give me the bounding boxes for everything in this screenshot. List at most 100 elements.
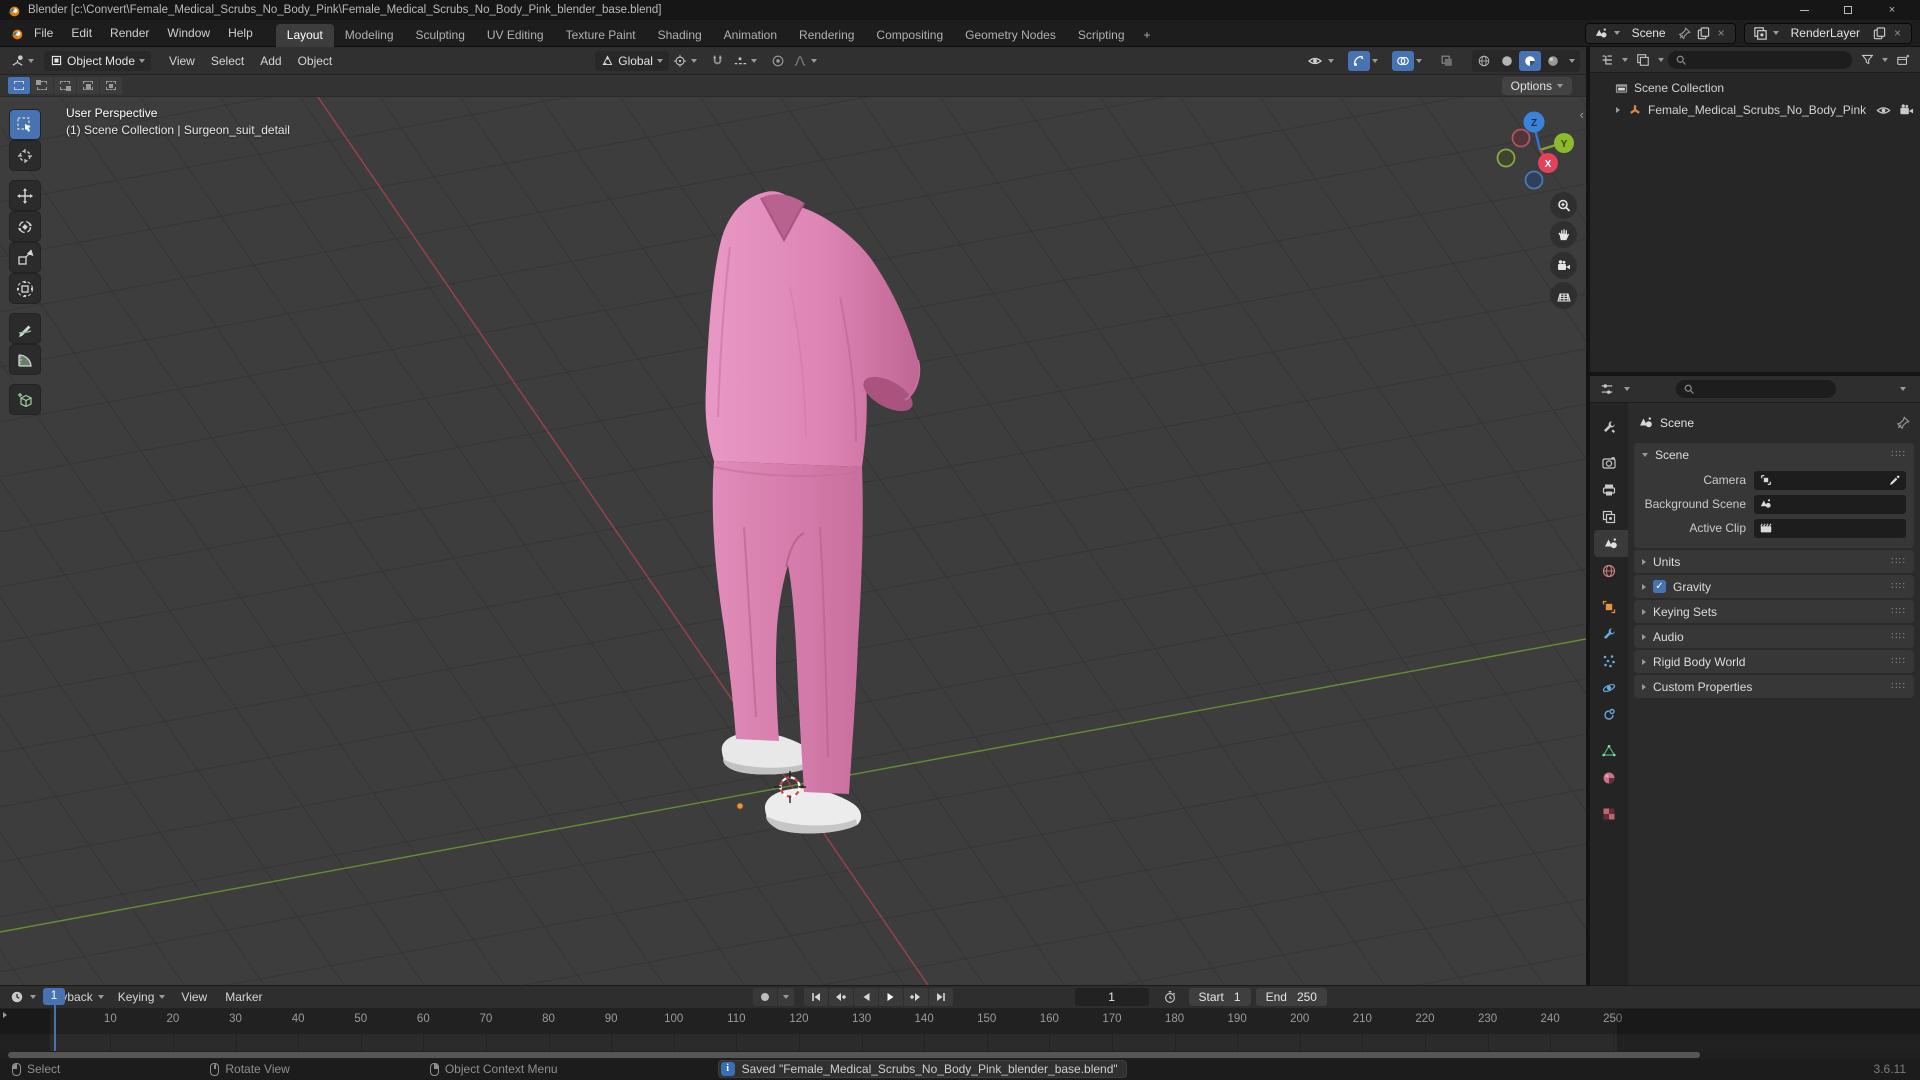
properties-options-button[interactable] <box>1892 379 1914 399</box>
gravity-panel[interactable]: ✓ Gravity ∷∷ <box>1634 575 1914 598</box>
properties-editor-type-button[interactable] <box>1596 379 1618 399</box>
prev-keyframe-button[interactable] <box>828 988 853 1006</box>
remove-view-layer-icon[interactable]: × <box>1892 26 1903 40</box>
outliner-editor-type-button[interactable] <box>1596 50 1618 70</box>
menu-select[interactable]: Select <box>203 54 252 68</box>
tab-scene[interactable] <box>1594 530 1628 557</box>
object-name[interactable]: Female_Medical_Scrubs_No_Body_Pink <box>1648 103 1866 117</box>
annotate-tool[interactable] <box>10 314 40 343</box>
current-frame-marker[interactable]: 1 <box>43 988 65 1005</box>
next-keyframe-button[interactable] <box>903 988 928 1006</box>
tab-tool[interactable] <box>1594 413 1624 440</box>
camera-field[interactable] <box>1754 470 1906 490</box>
tab-view-layer[interactable] <box>1594 503 1624 530</box>
rotate-tool[interactable] <box>10 212 40 241</box>
tab-compositing[interactable]: Compositing <box>865 24 954 47</box>
xray-toggle[interactable] <box>1436 51 1458 71</box>
show-gizmo-toggle[interactable] <box>1348 50 1370 71</box>
close-button[interactable]: × <box>1870 0 1914 20</box>
rigid-body-world-panel[interactable]: Rigid Body World ∷∷ <box>1634 650 1914 673</box>
keying-dropdown[interactable]: Keying <box>111 987 172 1007</box>
object-row[interactable]: Female_Medical_Scrubs_No_Body_Pink <box>1590 99 1920 121</box>
timeline-editor-type-button[interactable] <box>6 987 28 1007</box>
options-button[interactable]: Options <box>1501 76 1572 95</box>
shading-rendered-button[interactable] <box>1542 51 1564 71</box>
menu-window[interactable]: Window <box>158 20 219 46</box>
pivot-point-button[interactable] <box>669 51 691 71</box>
view-layer-name[interactable]: RenderLayer <box>1783 26 1868 40</box>
panel-drag-handle[interactable]: ∷∷ <box>1891 556 1906 567</box>
select-set-button[interactable] <box>8 77 30 94</box>
menu-view[interactable]: View <box>161 54 203 68</box>
outliner-search-input[interactable] <box>1668 50 1852 69</box>
timeline-expand-arrow[interactable] <box>3 1012 7 1018</box>
eyedropper-icon[interactable] <box>1888 474 1901 487</box>
panel-drag-handle[interactable]: ∷∷ <box>1891 656 1906 667</box>
panel-drag-handle[interactable]: ∷∷ <box>1891 631 1906 642</box>
gizmo-neg-x[interactable] <box>1511 128 1531 148</box>
use-preview-range-icon[interactable] <box>1159 987 1181 1007</box>
tab-physics[interactable] <box>1594 674 1624 701</box>
timeline-scrollbar[interactable] <box>0 1051 1920 1059</box>
current-frame-field[interactable]: 1 <box>1074 988 1149 1006</box>
panel-drag-handle[interactable]: ∷∷ <box>1891 681 1906 692</box>
tab-animation[interactable]: Animation <box>713 24 788 47</box>
new-view-layer-icon[interactable] <box>1872 26 1887 41</box>
tab-world[interactable] <box>1594 557 1624 584</box>
disable-render-camera-icon[interactable] <box>1899 103 1914 118</box>
tab-shading[interactable]: Shading <box>647 24 713 47</box>
new-collection-button[interactable] <box>1892 50 1914 70</box>
scene-name[interactable]: Scene <box>1624 26 1674 40</box>
outliner-display-mode-button[interactable] <box>1632 50 1654 70</box>
menu-edit[interactable]: Edit <box>62 20 101 46</box>
gizmo-neg-y[interactable] <box>1496 148 1516 168</box>
select-subtract-button[interactable] <box>54 77 76 94</box>
navigation-gizmo[interactable]: Z Y X <box>1476 97 1586 327</box>
select-box-tool[interactable] <box>10 110 40 139</box>
snap-target-button[interactable] <box>729 51 751 71</box>
collection-name[interactable]: Scene Collection <box>1634 81 1724 95</box>
menu-object[interactable]: Object <box>290 54 341 68</box>
view-layer-selector[interactable]: RenderLayer × <box>1743 22 1912 44</box>
shading-wireframe-button[interactable] <box>1473 51 1495 71</box>
auto-keying-options-button[interactable] <box>777 988 794 1006</box>
transform-orientation-dropdown[interactable]: Global <box>595 50 669 71</box>
frame-end-field[interactable]: End 250 <box>1255 988 1327 1006</box>
blender-menu-icon[interactable] <box>8 26 25 41</box>
cursor-tool[interactable] <box>10 141 40 170</box>
select-intersect-button[interactable] <box>100 77 122 94</box>
menu-render[interactable]: Render <box>101 20 158 46</box>
scrubs-model[interactable] <box>705 191 921 834</box>
tab-sculpting[interactable]: Sculpting <box>405 24 476 47</box>
sidebar-collapse-arrow[interactable]: ‹ <box>1580 107 1584 122</box>
object-visibility-button[interactable] <box>1304 51 1326 71</box>
select-invert-button[interactable] <box>77 77 99 94</box>
proportional-editing-button[interactable] <box>767 51 789 71</box>
properties-search-input[interactable] <box>1676 380 1836 398</box>
jump-to-start-button[interactable] <box>803 988 828 1006</box>
scene-selector[interactable]: Scene × <box>1584 22 1736 44</box>
new-scene-icon[interactable] <box>1696 26 1711 41</box>
tab-uv-editing[interactable]: UV Editing <box>476 24 555 47</box>
tab-material[interactable] <box>1594 764 1624 791</box>
playhead[interactable] <box>54 1004 56 1051</box>
background-scene-field[interactable] <box>1754 494 1906 514</box>
expand-arrow-icon[interactable] <box>1616 107 1620 113</box>
panel-drag-handle[interactable]: ∷∷ <box>1891 581 1906 592</box>
filter-icon[interactable] <box>1856 50 1878 70</box>
tab-rendering[interactable]: Rendering <box>788 24 865 47</box>
tab-object-data[interactable] <box>1594 737 1624 764</box>
add-workspace-button[interactable]: + <box>1136 24 1159 47</box>
tab-texture[interactable] <box>1594 800 1624 827</box>
tab-layout[interactable]: Layout <box>275 23 334 47</box>
tab-particles[interactable] <box>1594 647 1624 674</box>
jump-to-end-button[interactable] <box>928 988 953 1006</box>
add-cube-tool[interactable] <box>10 385 40 414</box>
menu-view[interactable]: View <box>173 990 215 1004</box>
measure-tool[interactable] <box>10 345 40 374</box>
menu-file[interactable]: File <box>25 20 62 46</box>
frame-start-field[interactable]: Start 1 <box>1188 988 1251 1006</box>
editor-type-button[interactable] <box>6 51 28 71</box>
unlink-scene-icon[interactable]: × <box>1716 26 1727 40</box>
auto-keying-record-button[interactable] <box>752 988 777 1006</box>
